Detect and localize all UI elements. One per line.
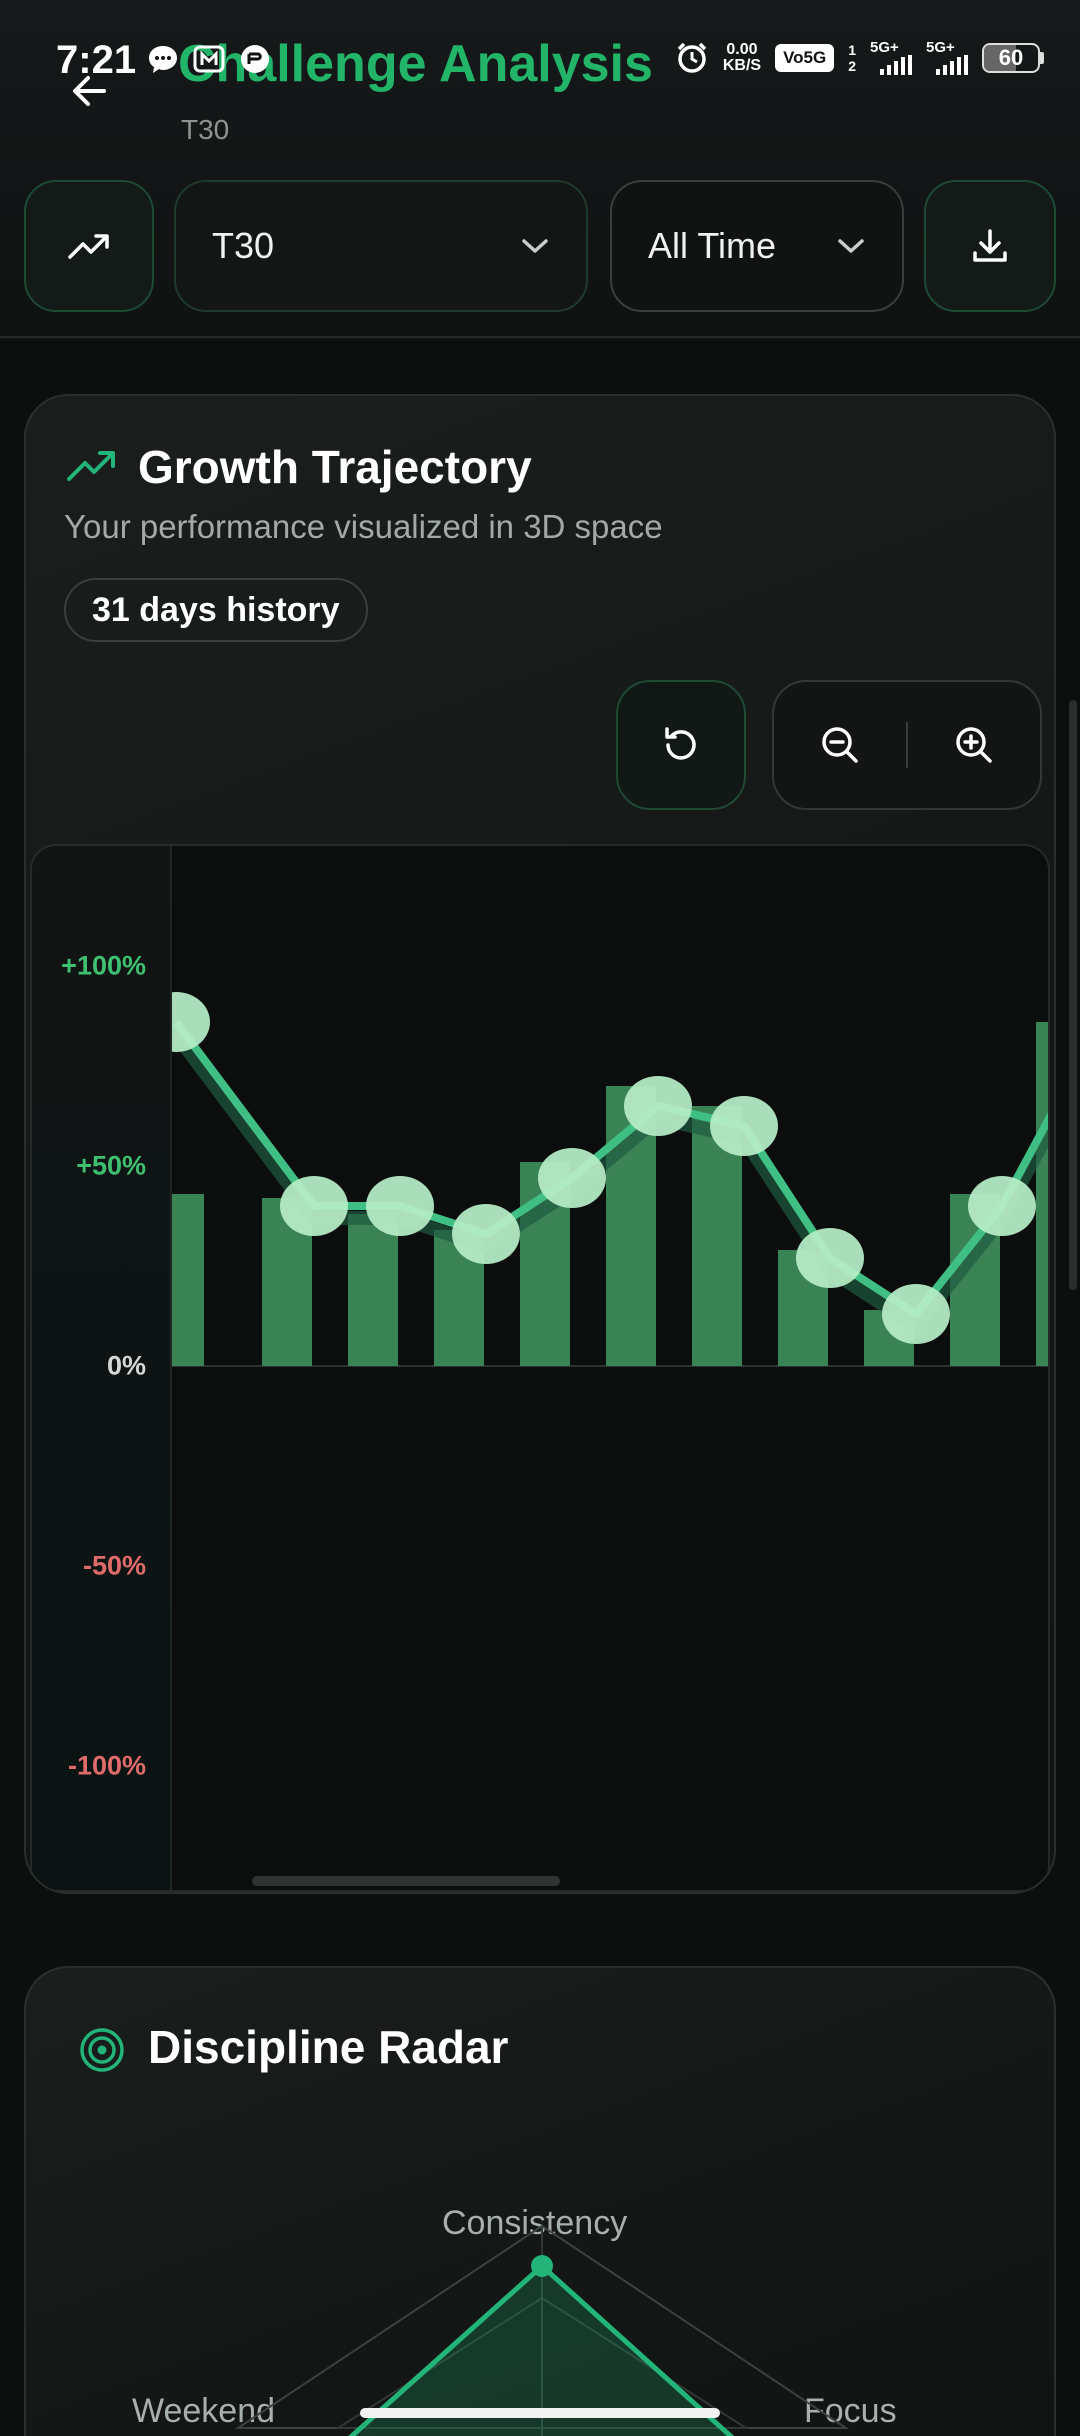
sim-slots: 1 2 xyxy=(848,41,856,74)
battery-level: 60 xyxy=(998,44,1024,70)
mail-app-icon xyxy=(193,45,225,73)
chart-plot xyxy=(172,992,1048,1367)
radar-point-consistency xyxy=(531,2255,553,2277)
reset-view-button[interactable] xyxy=(616,680,746,810)
trending-up-icon xyxy=(68,234,109,259)
messenger-icon xyxy=(241,45,269,73)
network-speed: 0.00 KB/S xyxy=(722,40,762,74)
alarm-icon xyxy=(677,42,707,73)
data-point xyxy=(796,1228,864,1288)
data-point xyxy=(172,992,210,1052)
period-select[interactable]: All Time xyxy=(610,180,904,312)
download-button[interactable] xyxy=(924,180,1056,312)
zoom-out-icon xyxy=(822,727,858,763)
data-point xyxy=(452,1204,520,1264)
data-point xyxy=(366,1176,434,1236)
data-point xyxy=(882,1284,950,1344)
challenge-select-value: T30 xyxy=(212,225,275,266)
rotate-ccw-icon xyxy=(665,727,696,760)
bar xyxy=(1036,1022,1048,1366)
trending-up-icon xyxy=(67,451,115,481)
y-tick-label: +50% xyxy=(76,1150,146,1181)
signal-2: 5G+ xyxy=(926,40,968,75)
discipline-radar-card: Discipline Radar Consistency Focus Weeke… xyxy=(24,1966,1056,2436)
signal-1-label: 5G+ xyxy=(870,39,899,56)
growth-title: Growth Trajectory xyxy=(138,441,532,493)
zoom-in-button[interactable] xyxy=(908,680,1040,810)
radar-chart xyxy=(234,2224,850,2436)
data-point xyxy=(968,1176,1036,1236)
download-icon xyxy=(973,229,1007,262)
data-point xyxy=(538,1148,606,1208)
y-axis: +100% +50% 0% -50% -100% xyxy=(32,846,172,1890)
signal-2-label: 5G+ xyxy=(926,39,955,56)
challenge-select[interactable]: T30 xyxy=(174,180,588,312)
status-time: 7:21 xyxy=(56,38,137,82)
trend-view-button[interactable] xyxy=(24,180,154,312)
battery-cap xyxy=(1040,51,1044,64)
data-point xyxy=(624,1076,692,1136)
period-select-value: All Time xyxy=(648,225,777,266)
data-point xyxy=(710,1096,778,1156)
network-speed-value: 0.00 xyxy=(726,40,758,58)
signal-bars-icon xyxy=(880,55,912,75)
growth-chart[interactable]: +100% +50% 0% -50% -100% xyxy=(30,844,1050,1892)
growth-description: Your performance visualized in 3D space xyxy=(64,508,663,545)
bar xyxy=(172,1194,204,1366)
notification-icons xyxy=(146,42,272,76)
y-tick-label: -50% xyxy=(82,1550,146,1581)
home-indicator[interactable] xyxy=(360,2408,720,2418)
page-scrollbar[interactable] xyxy=(1069,700,1077,1290)
volte-badge: Vo5G xyxy=(775,43,835,72)
network-speed-unit: KB/S xyxy=(722,56,762,74)
target-icon xyxy=(80,2028,124,2072)
radar-title: Discipline Radar xyxy=(148,2021,509,2073)
y-tick-label: 0% xyxy=(106,1350,146,1381)
status-right: 0.00 KB/S Vo5G 1 2 5G+ 5G+ 60 xyxy=(675,40,1044,75)
battery-icon: 60 xyxy=(982,42,1040,73)
data-point xyxy=(280,1176,348,1236)
chat-icon xyxy=(149,46,177,73)
toolbar: T30 All Time xyxy=(24,180,1056,312)
status-bar: 7:21 0.00 KB/S Vo5G 1 2 5G+ 5G+ 60 xyxy=(0,0,1080,120)
zoom-in-icon xyxy=(956,727,992,763)
bar xyxy=(348,1214,398,1366)
signal-bars-icon xyxy=(936,55,968,75)
zoom-out-button[interactable] xyxy=(774,680,906,810)
chevron-down-icon xyxy=(838,239,864,253)
horizontal-scrollbar[interactable] xyxy=(252,1876,560,1886)
signal-1: 5G+ xyxy=(870,40,912,75)
chevron-down-icon xyxy=(522,239,548,253)
y-tick-label: +100% xyxy=(61,950,146,981)
header-divider xyxy=(0,336,1080,338)
growth-trajectory-card: Growth Trajectory Your performance visua… xyxy=(24,394,1056,1894)
y-tick-label: -100% xyxy=(67,1750,146,1781)
history-pill: 31 days history xyxy=(64,578,368,642)
zoom-controls xyxy=(772,680,1042,810)
